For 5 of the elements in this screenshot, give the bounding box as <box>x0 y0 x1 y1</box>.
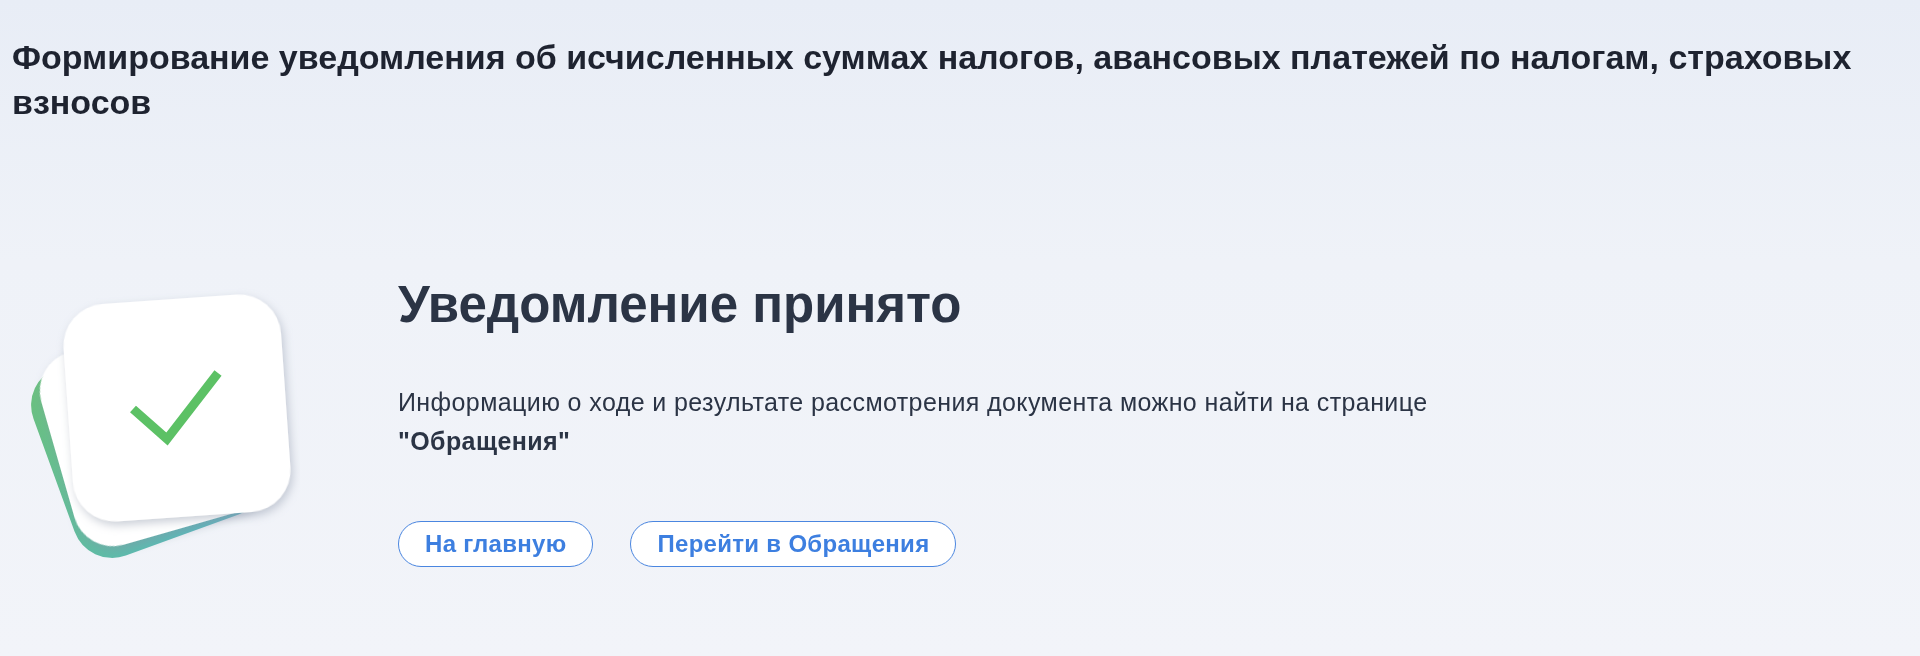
home-button[interactable]: На главную <box>398 521 594 567</box>
appeals-button[interactable]: Перейти в Обращения <box>630 521 957 567</box>
page-title: Формирование уведомления об исчисленных суммах налогов, авансовых платежей по налогам, страховых взносов <box>12 37 1853 123</box>
info-message: Информацию о ходе и результате рассмотрения документа можно найти на странице "Обращения" <box>398 387 1429 457</box>
status-heading: Уведомление принято <box>398 275 963 335</box>
